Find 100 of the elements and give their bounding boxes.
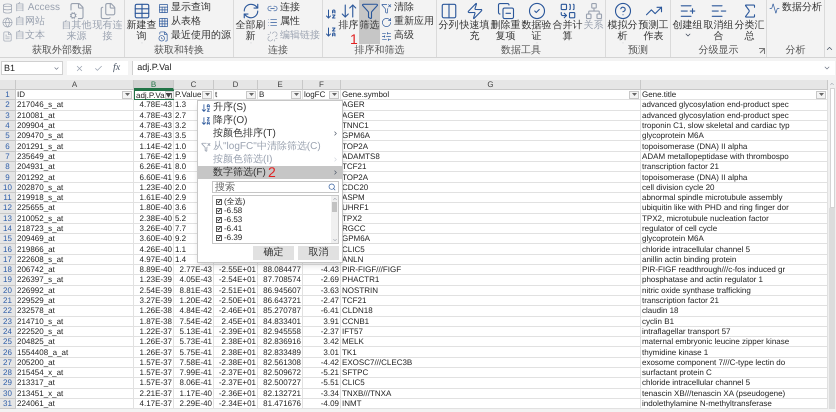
scroll-thumb[interactable]	[332, 202, 337, 212]
dialog-button[interactable]: 取消	[298, 246, 339, 260]
document-clock-icon	[158, 30, 170, 42]
expand-icon[interactable]	[823, 64, 831, 72]
ribbon-button[interactable]: 高级	[380, 29, 436, 43]
ribbon-button[interactable]: 分列	[438, 0, 460, 44]
function-button[interactable]: fx	[113, 62, 120, 74]
column-letter[interactable]: C	[190, 80, 196, 89]
table-cell: AGER	[342, 110, 365, 120]
ribbon-button[interactable]: 属性	[266, 15, 322, 29]
column-letter[interactable]: B	[150, 80, 156, 88]
menu-item[interactable]: 升序(S)	[198, 101, 342, 114]
ribbon-button[interactable]: 重新应用	[380, 15, 436, 29]
column-letter[interactable]: A	[72, 80, 78, 89]
caret-icon	[818, 92, 824, 98]
collapse-ribbon-icon[interactable]	[825, 44, 834, 53]
table-cell: TOP2A	[342, 172, 368, 182]
ribbon-button[interactable]: 数据分析	[768, 1, 824, 15]
formula-field[interactable]: adj.P.Val	[132, 61, 835, 75]
ribbon-button[interactable]: 连接	[266, 1, 322, 15]
checkbox[interactable]	[216, 198, 222, 204]
list-minus-icon	[710, 2, 728, 20]
filter-dropdown-button[interactable]	[202, 90, 212, 99]
sort-descending-icon[interactable]	[325, 26, 338, 38]
ribbon-button[interactable]: 取消组合	[703, 0, 734, 44]
ribbon-button[interactable]: 模拟分析	[607, 0, 638, 44]
table-cell: 209470_s_at	[17, 131, 64, 140]
table-cell: regulator of cell cycle	[642, 224, 718, 233]
table-cell: 1.57E-37	[140, 358, 172, 367]
sort-caret-icon	[166, 92, 173, 98]
checkbox[interactable]	[216, 208, 222, 214]
name-box[interactable]: B1	[1, 61, 63, 75]
table-cell: -2.34E+01	[218, 399, 256, 408]
filter-dropdown-button[interactable]	[816, 90, 826, 99]
ribbon-button[interactable]: 显示查询	[157, 1, 232, 15]
filter-dropdown-button[interactable]	[629, 90, 639, 99]
table-cell: 1.4	[175, 254, 186, 264]
filter-dropdown-button[interactable]	[329, 90, 339, 99]
dialog-launcher-icon[interactable]	[759, 48, 766, 54]
table-cell: 1.17E-40	[180, 388, 212, 398]
table-cell: 224061_at	[17, 399, 55, 408]
table-cell: 2.45E+01	[222, 316, 256, 326]
scrollbar[interactable]	[828, 80, 836, 410]
value-label: (全选)	[224, 197, 246, 206]
filter-dropdown-button[interactable]	[246, 90, 256, 99]
table-cell: INMT	[342, 399, 362, 408]
reapply-icon	[381, 16, 392, 28]
table-cell: 209469_at	[17, 234, 55, 244]
table-cell: 213451_x_at	[17, 388, 64, 398]
table-cell: 4.78E-43	[140, 110, 172, 120]
ribbon-button[interactable]: 筛选	[359, 0, 380, 44]
table-cell: abnormal spindle microtubule assembly	[642, 193, 783, 202]
table-cell: 1.23E-40	[140, 182, 172, 192]
ribbon-button[interactable]: 删除重复项	[490, 0, 522, 44]
columns-icon	[440, 2, 458, 20]
filter-dropdown-button[interactable]	[164, 91, 174, 100]
checkbox[interactable]	[216, 216, 222, 222]
sort-ascending-icon[interactable]	[325, 8, 338, 20]
ribbon-button[interactable]: 数据验证	[521, 0, 552, 44]
filter-dropdown-button[interactable]	[122, 90, 132, 99]
ribbon-button[interactable]: 快速填充	[459, 0, 490, 44]
menu-item[interactable]: 按颜色排序(T)	[198, 127, 342, 140]
search-field[interactable]: 搜索	[212, 181, 339, 193]
table-cell: 1.26E-38	[140, 306, 172, 316]
ribbon-button[interactable]: 合并计算	[552, 0, 584, 44]
ribbon-button[interactable]: 从表格	[157, 15, 232, 29]
ribbon-button[interactable]: 最近使用的源	[157, 29, 232, 43]
checkbox[interactable]	[216, 226, 222, 232]
table-cell: 1.26E-37	[140, 337, 172, 346]
menu-item[interactable]: 降序(O)	[198, 114, 342, 127]
table-cell: UHRF1	[342, 203, 369, 212]
table-cell: -2.69	[320, 275, 339, 284]
filter-dropdown-button[interactable]	[291, 90, 301, 99]
column-header: t	[215, 90, 218, 100]
table-cell: 215454_x_at	[17, 368, 64, 378]
table-cell: 87.708574	[263, 275, 301, 284]
dropdown-icon[interactable]	[53, 64, 60, 72]
column-letter[interactable]: F	[319, 80, 324, 89]
search-input[interactable]: 搜索	[215, 182, 328, 192]
ribbon-button[interactable]: 全部刷新	[235, 0, 266, 44]
column-letter[interactable]: D	[232, 80, 238, 89]
column-letter[interactable]: E	[277, 80, 283, 89]
table-cell: 218723_s_at	[17, 224, 64, 233]
dialog-button[interactable]: 确定	[253, 246, 294, 260]
ribbon-button[interactable]: 创建组	[672, 0, 704, 44]
ribbon-button[interactable]: 预测工作表	[638, 0, 670, 44]
ribbon-button[interactable]: 清除	[380, 1, 436, 15]
document-gear-icon	[68, 2, 86, 20]
caret-icon	[292, 92, 300, 98]
table-cell: -5.51	[320, 378, 339, 388]
table-cell: 5.2	[175, 214, 186, 223]
checkbox[interactable]	[216, 234, 222, 240]
table-cell: MELK	[342, 337, 364, 346]
scrollbar[interactable]	[331, 196, 338, 243]
ribbon-button[interactable]: 分类汇总	[734, 0, 766, 44]
ribbon-button[interactable]: 新建查询	[126, 0, 158, 44]
column-letter[interactable]: G	[487, 80, 494, 89]
cancel-icon[interactable]	[75, 64, 84, 72]
table-cell: TPX2	[342, 214, 362, 223]
table-cell: 201291_s_at	[17, 142, 64, 151]
